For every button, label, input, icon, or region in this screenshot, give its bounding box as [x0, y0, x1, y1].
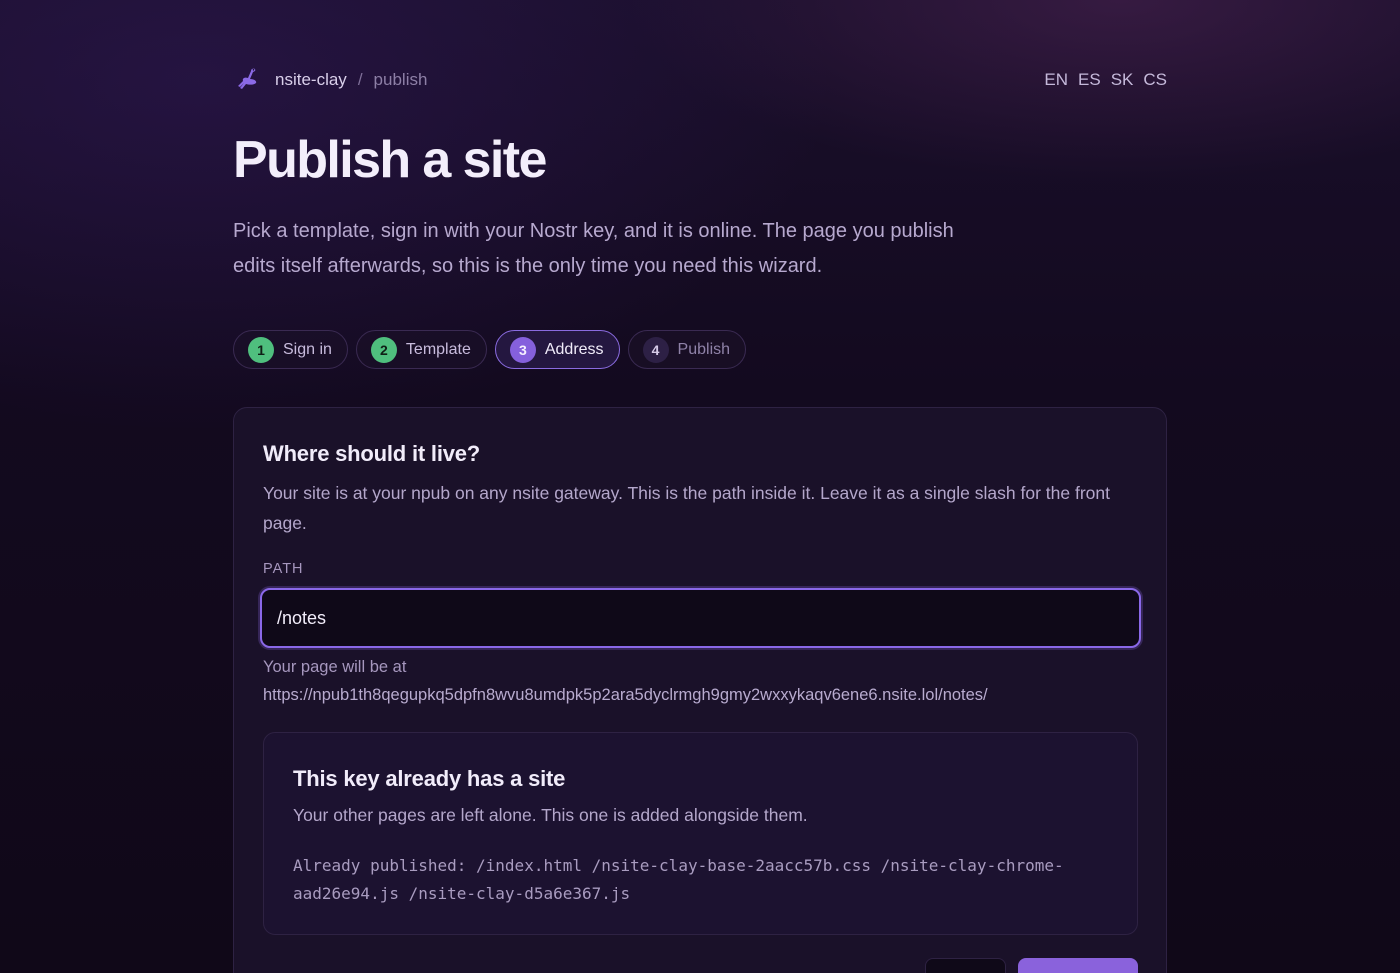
step-label: Sign in [283, 340, 332, 358]
breadcrumb: nsite-clay / publish [233, 64, 427, 96]
step-number: 2 [370, 336, 397, 363]
address-heading: Where should it live? [263, 441, 481, 466]
step-publish[interactable]: 4 Publish [627, 330, 747, 369]
page-url-hint: Your page will be at [263, 658, 407, 676]
page-url: https://npub1th8qegupkq5dpfn8wvu8umdpk5p… [263, 686, 988, 704]
step-sign-in[interactable]: 1 Sign in [233, 330, 348, 369]
path-input[interactable] [260, 588, 1141, 648]
lang-es-link[interactable]: ES [1078, 70, 1101, 90]
address-card: Where should it live? Your site is at yo… [233, 407, 1167, 973]
top-bar: nsite-clay / publish EN ES SK CS [233, 64, 1167, 96]
step-address[interactable]: 3 Address [494, 330, 620, 369]
step-label: Template [405, 340, 471, 358]
wizard-steps: 1 Sign in 2 Template 3 Address 4 Publish [233, 330, 747, 369]
lang-sk-link[interactable]: SK [1111, 70, 1134, 90]
breadcrumb-current: publish [373, 70, 428, 89]
breadcrumb-separator: / [357, 70, 363, 89]
step-label: Address [544, 340, 604, 358]
next-button[interactable] [1018, 958, 1138, 973]
step-template[interactable]: 2 Template [355, 330, 487, 369]
step-number: 4 [642, 336, 669, 363]
language-switcher: EN ES SK CS [1044, 70, 1167, 90]
existing-site-subtext: Your other pages are left alone. This on… [293, 805, 808, 825]
page-title: Publish a site [233, 131, 547, 189]
lang-en-link[interactable]: EN [1044, 70, 1068, 90]
step-number: 3 [509, 336, 536, 363]
ostrich-icon[interactable] [233, 64, 265, 96]
lang-cs-link[interactable]: CS [1143, 70, 1167, 90]
path-label: PATH [263, 561, 304, 577]
back-button[interactable] [925, 958, 1006, 973]
address-description: Your site is at your npub on any nsite g… [263, 483, 1110, 533]
published-files-list: Already published: /index.html /nsite-cl… [293, 856, 1064, 903]
existing-site-heading: This key already has a site [293, 766, 566, 791]
step-number: 1 [248, 336, 274, 363]
page-lede: Pick a template, sign in with your Nostr… [233, 220, 954, 277]
step-label: Publish [677, 340, 731, 358]
breadcrumb-home-link[interactable]: nsite-clay [275, 70, 347, 90]
existing-site-notice: This key already has a site Your other p… [263, 732, 1138, 935]
